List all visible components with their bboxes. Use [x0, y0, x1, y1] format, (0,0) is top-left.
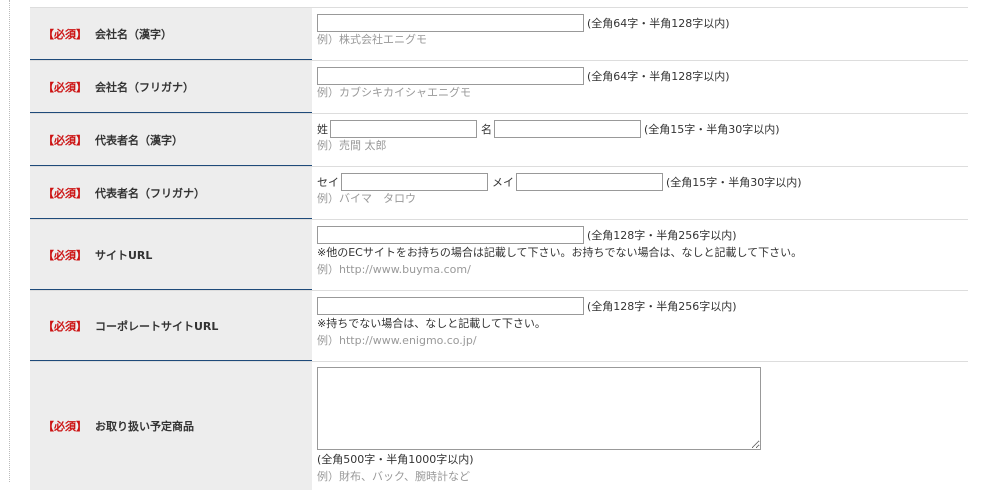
last-name-label: 姓	[317, 122, 328, 136]
required-badge: 【必須】	[43, 319, 87, 333]
field-cell: 姓 名 (全角15字・半角30字以内) 例）売間 太郎	[312, 114, 968, 166]
char-limit: (全角15字・半角30字以内)	[644, 122, 780, 136]
registration-form-table: 【必須】 会社名（漢字） (全角64字・半角128字以内) 例）株式会社エニグモ…	[30, 0, 968, 490]
char-limit: (全角128字・半角256字以内)	[587, 228, 737, 242]
example-text: 例）カブシキカイシャエニグモ	[317, 86, 471, 99]
char-limit: (全角64字・半角128字以内)	[587, 16, 730, 30]
example-text: 例）http://www.buyma.com/	[317, 263, 471, 276]
field-label-site-url: 【必須】 サイトURL	[30, 220, 312, 290]
planned-products-textarea[interactable]	[317, 367, 761, 450]
first-name-kana-input[interactable]	[516, 172, 663, 191]
last-name-kana-input[interactable]	[341, 172, 488, 191]
corporate-site-url-input[interactable]	[317, 296, 584, 315]
company-name-kana-input[interactable]	[317, 66, 584, 85]
field-label-company-name-kana: 【必須】 会社名（フリガナ）	[30, 61, 312, 113]
field-cell: (全角128字・半角256字以内) ※持ちでない場合は、なしと記載して下さい。 …	[312, 291, 968, 361]
required-badge: 【必須】	[43, 186, 87, 200]
form-row-company-name-kana: 【必須】 会社名（フリガナ） (全角64字・半角128字以内) 例）カブシキカイ…	[30, 61, 968, 114]
label-text: サイトURL	[95, 248, 153, 262]
field-label-company-name: 【必須】 会社名（漢字）	[30, 8, 312, 60]
first-name-kana-label: メイ	[492, 175, 514, 189]
site-url-input[interactable]	[317, 225, 584, 244]
first-name-label: 名	[481, 122, 492, 136]
last-name-input[interactable]	[330, 119, 477, 138]
form-row-representative-name-kana: 【必須】 代表者名（フリガナ） セイ メイ (全角15字・半角30字以内) 例）…	[30, 167, 968, 220]
label-text: 代表者名（フリガナ）	[95, 186, 205, 200]
form-row-site-url: 【必須】 サイトURL (全角128字・半角256字以内) ※他のECサイトをお…	[30, 220, 968, 291]
field-cell: (全角64字・半角128字以内) 例）カブシキカイシャエニグモ	[312, 61, 968, 113]
example-text: 例）株式会社エニグモ	[317, 33, 427, 46]
field-cell: (全角64字・半角128字以内) 例）株式会社エニグモ	[312, 8, 968, 60]
required-badge: 【必須】	[43, 27, 87, 41]
field-cell: (全角128字・半角256字以内) ※他のECサイトをお持ちの場合は記載して下さ…	[312, 220, 968, 290]
example-text: 例）売間 太郎	[317, 139, 387, 152]
company-name-input[interactable]	[317, 13, 584, 32]
label-text: お取り扱い予定商品	[95, 420, 194, 433]
char-limit: (全角64字・半角128字以内)	[587, 69, 730, 83]
example-text: 例）財布、バック、腕時計など	[317, 470, 471, 483]
field-label-representative-name: 【必須】 代表者名（漢字）	[30, 114, 312, 166]
field-label-representative-name-kana: 【必須】 代表者名（フリガナ）	[30, 167, 312, 219]
field-label-corporate-site-url: 【必須】 コーポレートサイトURL	[30, 291, 312, 361]
note-text: ※持ちでない場合は、なしと記載して下さい。	[317, 317, 546, 330]
example-text: 例）バイマ タロウ	[317, 192, 416, 205]
first-name-input[interactable]	[494, 119, 641, 138]
label-text: 代表者名（漢字）	[95, 133, 183, 147]
form-row-company-name: 【必須】 会社名（漢字） (全角64字・半角128字以内) 例）株式会社エニグモ	[30, 7, 968, 61]
form-row-corporate-site-url: 【必須】 コーポレートサイトURL (全角128字・半角256字以内) ※持ちで…	[30, 291, 968, 362]
note-text: ※他のECサイトをお持ちの場合は記載して下さい。お持ちでない場合は、なしと記載し…	[317, 246, 803, 259]
form-row-planned-products: 【必須】 お取り扱い予定商品 (全角500字・半角1000字以内) 例）財布、バ…	[30, 362, 968, 490]
label-text: コーポレートサイトURL	[95, 319, 219, 333]
label-text: 会社名（漢字）	[95, 27, 172, 41]
page-border	[9, 0, 10, 482]
field-cell: (全角500字・半角1000字以内) 例）財布、バック、腕時計など	[312, 362, 968, 490]
char-limit: (全角15字・半角30字以内)	[666, 175, 802, 189]
field-label-planned-products: 【必須】 お取り扱い予定商品	[30, 362, 312, 490]
field-cell: セイ メイ (全角15字・半角30字以内) 例）バイマ タロウ	[312, 167, 968, 219]
label-text: 会社名（フリガナ）	[95, 80, 194, 94]
required-badge: 【必須】	[43, 420, 87, 433]
char-limit: (全角500字・半角1000字以内)	[317, 453, 474, 466]
required-badge: 【必須】	[43, 80, 87, 94]
example-text: 例）http://www.enigmo.co.jp/	[317, 334, 477, 347]
char-limit: (全角128字・半角256字以内)	[587, 299, 737, 313]
form-row-representative-name: 【必須】 代表者名（漢字） 姓 名 (全角15字・半角30字以内) 例）売間 太…	[30, 114, 968, 167]
last-name-kana-label: セイ	[317, 175, 339, 189]
required-badge: 【必須】	[43, 133, 87, 147]
required-badge: 【必須】	[43, 248, 87, 262]
